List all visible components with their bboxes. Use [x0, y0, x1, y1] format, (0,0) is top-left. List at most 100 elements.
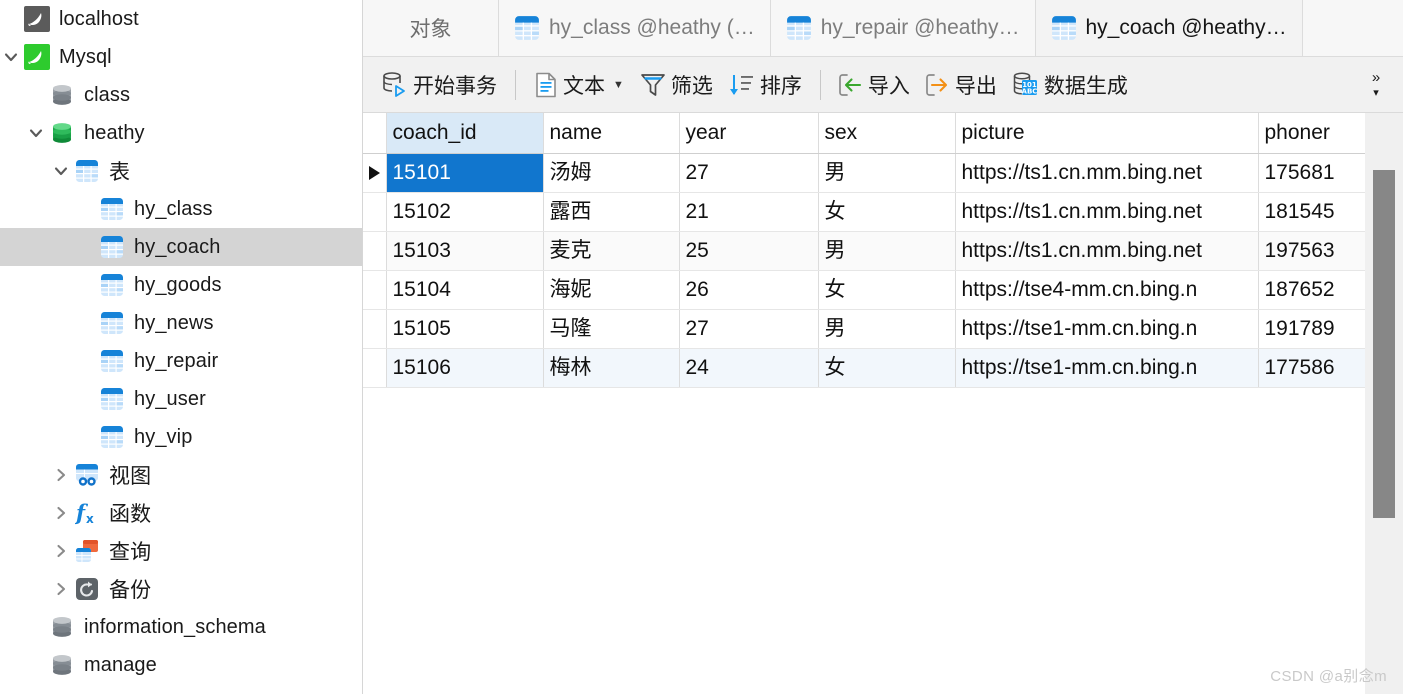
- cell-coach_id[interactable]: 15101: [386, 153, 544, 193]
- vertical-scrollbar-thumb[interactable]: [1373, 170, 1395, 518]
- result-table[interactable]: coach_id name year sex picture phoner 15101 汤姆…: [363, 113, 1365, 388]
- cell-year[interactable]: 25: [679, 231, 819, 271]
- row-indicator[interactable]: [363, 270, 387, 310]
- cell-picture[interactable]: https://tse1-mm.cn.bing.n: [955, 309, 1259, 349]
- cell-name[interactable]: 汤姆: [543, 153, 680, 193]
- cell-sex[interactable]: 男: [818, 309, 956, 349]
- cell-year[interactable]: 27: [679, 309, 819, 349]
- tree-item-manage[interactable]: manage: [0, 646, 362, 684]
- toolbar-button-sort[interactable]: 排序: [721, 65, 810, 105]
- toolbar-button-export[interactable]: 导出: [918, 65, 1005, 105]
- cell-phonenumber[interactable]: 187652: [1258, 270, 1365, 310]
- cell-phonenumber[interactable]: 177586: [1258, 348, 1365, 388]
- data-grid[interactable]: coach_id name year sex picture phoner 15101 汤姆…: [363, 113, 1365, 694]
- tree-item-information_schema[interactable]: information_schema: [0, 608, 362, 646]
- tree-item-hy_coach[interactable]: hy_coach: [0, 228, 362, 266]
- row-indicator[interactable]: [363, 348, 387, 388]
- tree-item-hy_user[interactable]: hy_user: [0, 380, 362, 418]
- cell-picture[interactable]: https://tse4-mm.cn.bing.n: [955, 270, 1259, 310]
- cell-picture[interactable]: https://ts1.cn.mm.bing.net: [955, 192, 1259, 232]
- cell-sex[interactable]: 男: [818, 231, 956, 271]
- table-row[interactable]: 15101 汤姆 27 男 https://ts1.cn.mm.bing.net 1756…: [363, 153, 1365, 193]
- cell-name[interactable]: 梅林: [543, 348, 680, 388]
- toolbar-button-data-generation[interactable]: 101 ABC 数据生成: [1005, 65, 1136, 105]
- tree-item-heathy[interactable]: heathy: [0, 114, 362, 152]
- chevron-down-icon[interactable]: [0, 50, 22, 64]
- cell-sex[interactable]: 女: [818, 348, 956, 388]
- chevron-right-icon[interactable]: [50, 582, 72, 596]
- tree-item-hy_vip[interactable]: hy_vip: [0, 418, 362, 456]
- table-row[interactable]: 15103 麦克 25 男 https://ts1.cn.mm.bing.net 1975…: [363, 231, 1365, 271]
- cell-name[interactable]: 麦克: [543, 231, 680, 271]
- tree-item-hy_repair[interactable]: hy_repair: [0, 342, 362, 380]
- chevron-right-icon[interactable]: [50, 506, 72, 520]
- tree-item-hy_class[interactable]: hy_class: [0, 190, 362, 228]
- cell-phonenumber[interactable]: 197563: [1258, 231, 1365, 271]
- vertical-scrollbar[interactable]: [1365, 113, 1403, 694]
- toolbar-button-import[interactable]: 导入: [831, 65, 918, 105]
- table-row[interactable]: 15105 马隆 27 男 https://tse1-mm.cn.bing.n 19178…: [363, 309, 1365, 349]
- toolbar-button-begin-transaction[interactable]: 开始事务: [374, 65, 505, 105]
- toolbar-button-filter[interactable]: 筛选: [632, 65, 721, 105]
- cell-phonenumber[interactable]: 181545: [1258, 192, 1365, 232]
- tab-objects[interactable]: 对象: [363, 0, 499, 56]
- tree-item-hy_goods[interactable]: hy_goods: [0, 266, 362, 304]
- row-indicator[interactable]: [363, 153, 387, 193]
- tab-table-3[interactable]: hy_coach @heathy…: [1035, 0, 1303, 56]
- tree-item-hy_news[interactable]: hy_news: [0, 304, 362, 342]
- cell-phonenumber[interactable]: 175681: [1258, 153, 1365, 193]
- connection-tree[interactable]: localhost Mysql class heathy 表 hy_class hy_coa…: [0, 0, 362, 684]
- cell-year[interactable]: 26: [679, 270, 819, 310]
- table-body[interactable]: 15101 汤姆 27 男 https://ts1.cn.mm.bing.net 1756…: [363, 153, 1365, 388]
- cell-name[interactable]: 露西: [543, 192, 680, 232]
- table-row[interactable]: 15104 海妮 26 女 https://tse4-mm.cn.bing.n 18765…: [363, 270, 1365, 310]
- cell-year[interactable]: 27: [679, 153, 819, 193]
- tree-item-[interactable]: 表: [0, 152, 362, 190]
- cell-year[interactable]: 21: [679, 192, 819, 232]
- chevron-down-icon[interactable]: [50, 164, 72, 178]
- column-header-sex[interactable]: sex: [818, 113, 956, 154]
- tree-item-[interactable]: 查询: [0, 532, 362, 570]
- table-row[interactable]: 15106 梅林 24 女 https://tse1-mm.cn.bing.n 17758…: [363, 348, 1365, 388]
- toolbar-button-text[interactable]: 文本 ▼: [526, 65, 632, 105]
- row-indicator[interactable]: [363, 231, 387, 271]
- column-header-phonenumber[interactable]: phoner: [1258, 113, 1365, 154]
- cell-coach_id[interactable]: 15103: [386, 231, 544, 271]
- tree-item-class[interactable]: class: [0, 76, 362, 114]
- cell-picture[interactable]: https://tse1-mm.cn.bing.n: [955, 348, 1259, 388]
- cell-year[interactable]: 24: [679, 348, 819, 388]
- column-header-year[interactable]: year: [679, 113, 819, 154]
- chevron-right-icon[interactable]: [50, 544, 72, 558]
- table-row[interactable]: 15102 露西 21 女 https://ts1.cn.mm.bing.net 1815…: [363, 192, 1365, 232]
- tab-table-1[interactable]: hy_class @heathy (…: [499, 0, 771, 56]
- tab-strip[interactable]: 对象 hy_class @heathy (… hy_repair @heathy… h…: [363, 0, 1403, 57]
- grid-toolbar[interactable]: 开始事务 文本 ▼ 筛选 排序 导入 导出 101 ABC 数据生成 » ▾: [363, 57, 1403, 113]
- table-header-row[interactable]: coach_id name year sex picture phoner: [363, 113, 1365, 154]
- cell-sex[interactable]: 女: [818, 270, 956, 310]
- row-indicator[interactable]: [363, 192, 387, 232]
- cell-coach_id[interactable]: 15102: [386, 192, 544, 232]
- toolbar-overflow-button[interactable]: » ▾: [1359, 57, 1393, 112]
- cell-sex[interactable]: 男: [818, 153, 956, 193]
- tree-item-[interactable]: 备份: [0, 570, 362, 608]
- tree-item-[interactable]: f x 函数: [0, 494, 362, 532]
- cell-name[interactable]: 马隆: [543, 309, 680, 349]
- cell-coach_id[interactable]: 15104: [386, 270, 544, 310]
- cell-coach_id[interactable]: 15106: [386, 348, 544, 388]
- cell-name[interactable]: 海妮: [543, 270, 680, 310]
- tree-item-localhost[interactable]: localhost: [0, 0, 362, 38]
- tree-item-Mysql[interactable]: Mysql: [0, 38, 362, 76]
- chevron-right-icon[interactable]: [50, 468, 72, 482]
- row-indicator[interactable]: [363, 309, 387, 349]
- tab-table-2[interactable]: hy_repair @heathy…: [770, 0, 1036, 56]
- cell-sex[interactable]: 女: [818, 192, 956, 232]
- cell-picture[interactable]: https://ts1.cn.mm.bing.net: [955, 153, 1259, 193]
- chevron-down-icon[interactable]: ▼: [613, 79, 624, 91]
- tree-item-[interactable]: 视图: [0, 456, 362, 494]
- column-header-coach_id[interactable]: coach_id: [386, 113, 544, 154]
- cell-picture[interactable]: https://ts1.cn.mm.bing.net: [955, 231, 1259, 271]
- cell-phonenumber[interactable]: 191789: [1258, 309, 1365, 349]
- grid-corner-cell[interactable]: [363, 113, 387, 154]
- object-tree-sidebar[interactable]: localhost Mysql class heathy 表 hy_class hy_coa…: [0, 0, 363, 694]
- column-header-picture[interactable]: picture: [955, 113, 1259, 154]
